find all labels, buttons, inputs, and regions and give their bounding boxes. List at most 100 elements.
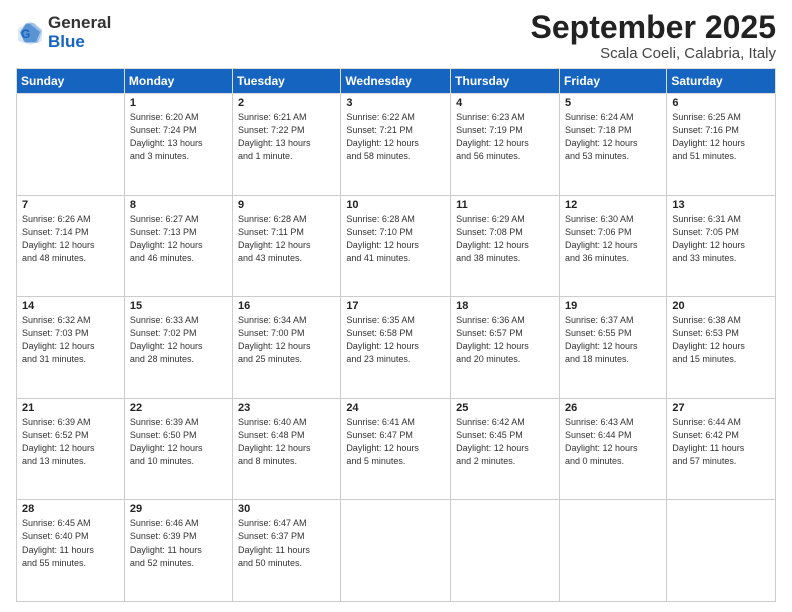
day-number: 28 (22, 503, 119, 515)
day-number: 11 (456, 199, 554, 211)
day-cell: 10Sunrise: 6:28 AM Sunset: 7:10 PM Dayli… (341, 195, 451, 297)
day-number: 19 (565, 300, 661, 312)
day-cell: 6 Sunrise: 6:25 AM Sunset: 7:16 PM Daylig… (667, 94, 776, 196)
day-number: 10 (346, 199, 445, 211)
day-info: Sunrise: 6:39 AM Sunset: 6:50 PM Dayligh… (130, 416, 227, 468)
day-info: Sunrise: 6:25 AM Sunset: 7:16 PM Dayligh… (672, 111, 770, 163)
week-row-3: 14 Sunrise: 6:32 AM Sunset: 7:03 PM Dayli… (17, 297, 776, 399)
day-number: 22 (130, 402, 227, 414)
week-row-1: 1Sunrise: 6:20 AM Sunset: 7:24 PM Daylig… (17, 94, 776, 196)
day-cell: 21 Sunrise: 6:39 AM Sunset: 6:52 PM Dayli… (17, 398, 125, 500)
day-number: 1 (130, 97, 227, 109)
day-info: Sunrise: 6:45 AM Sunset: 6:40 PM Dayligh… (22, 517, 119, 569)
day-number: 30 (238, 503, 335, 515)
week-row-4: 21 Sunrise: 6:39 AM Sunset: 6:52 PM Dayli… (17, 398, 776, 500)
page: G General Blue September 2025 Scala Coel… (0, 0, 792, 612)
day-info: Sunrise: 6:30 AM Sunset: 7:06 PM Dayligh… (565, 213, 661, 265)
day-cell: 12 Sunrise: 6:30 AM Sunset: 7:06 PM Dayli… (559, 195, 666, 297)
day-number: 26 (565, 402, 661, 414)
calendar: Sunday Monday Tuesday Wednesday Thursday… (16, 68, 776, 602)
day-cell (667, 500, 776, 602)
day-info: Sunrise: 6:38 AM Sunset: 6:53 PM Dayligh… (672, 314, 770, 366)
day-number: 5 (565, 97, 661, 109)
day-number: 9 (238, 199, 335, 211)
day-cell: 7Sunrise: 6:26 AM Sunset: 7:14 PM Daylig… (17, 195, 125, 297)
day-number: 27 (672, 402, 770, 414)
day-cell: 5 Sunrise: 6:24 AM Sunset: 7:18 PM Daylig… (559, 94, 666, 196)
day-info: Sunrise: 6:24 AM Sunset: 7:18 PM Dayligh… (565, 111, 661, 163)
day-number: 12 (565, 199, 661, 211)
col-sunday: Sunday (17, 69, 125, 94)
day-number: 15 (130, 300, 227, 312)
day-cell: 1Sunrise: 6:20 AM Sunset: 7:24 PM Daylig… (124, 94, 232, 196)
day-info: Sunrise: 6:37 AM Sunset: 6:55 PM Dayligh… (565, 314, 661, 366)
week-row-5: 28 Sunrise: 6:45 AM Sunset: 6:40 PM Dayli… (17, 500, 776, 602)
day-number: 17 (346, 300, 445, 312)
day-info: Sunrise: 6:39 AM Sunset: 6:52 PM Dayligh… (22, 416, 119, 468)
day-cell: 4Sunrise: 6:23 AM Sunset: 7:19 PM Daylig… (451, 94, 560, 196)
logo: G General Blue (16, 14, 111, 51)
day-cell: 23 Sunrise: 6:40 AM Sunset: 6:48 PM Dayli… (233, 398, 341, 500)
day-number: 6 (672, 97, 770, 109)
day-number: 24 (346, 402, 445, 414)
location: Scala Coeli, Calabria, Italy (531, 45, 776, 62)
day-info: Sunrise: 6:34 AM Sunset: 7:00 PM Dayligh… (238, 314, 335, 366)
day-info: Sunrise: 6:33 AM Sunset: 7:02 PM Dayligh… (130, 314, 227, 366)
day-cell: 29Sunrise: 6:46 AM Sunset: 6:39 PM Dayli… (124, 500, 232, 602)
day-cell (559, 500, 666, 602)
logo-text: General Blue (48, 14, 111, 51)
col-tuesday: Tuesday (233, 69, 341, 94)
title-block: September 2025 Scala Coeli, Calabria, It… (531, 10, 776, 62)
col-wednesday: Wednesday (341, 69, 451, 94)
day-cell: 17 Sunrise: 6:35 AM Sunset: 6:58 PM Dayli… (341, 297, 451, 399)
logo-blue: Blue (48, 33, 111, 52)
day-info: Sunrise: 6:41 AM Sunset: 6:47 PM Dayligh… (346, 416, 445, 468)
day-cell: 13Sunrise: 6:31 AM Sunset: 7:05 PM Dayli… (667, 195, 776, 297)
day-info: Sunrise: 6:27 AM Sunset: 7:13 PM Dayligh… (130, 213, 227, 265)
day-info: Sunrise: 6:42 AM Sunset: 6:45 PM Dayligh… (456, 416, 554, 468)
day-cell: 16Sunrise: 6:34 AM Sunset: 7:00 PM Dayli… (233, 297, 341, 399)
day-info: Sunrise: 6:23 AM Sunset: 7:19 PM Dayligh… (456, 111, 554, 163)
logo-icon: G (16, 19, 44, 47)
day-info: Sunrise: 6:32 AM Sunset: 7:03 PM Dayligh… (22, 314, 119, 366)
day-info: Sunrise: 6:43 AM Sunset: 6:44 PM Dayligh… (565, 416, 661, 468)
day-number: 29 (130, 503, 227, 515)
day-cell: 28 Sunrise: 6:45 AM Sunset: 6:40 PM Dayli… (17, 500, 125, 602)
day-cell: 25 Sunrise: 6:42 AM Sunset: 6:45 PM Dayli… (451, 398, 560, 500)
day-cell: 19 Sunrise: 6:37 AM Sunset: 6:55 PM Dayli… (559, 297, 666, 399)
col-friday: Friday (559, 69, 666, 94)
day-cell: 24 Sunrise: 6:41 AM Sunset: 6:47 PM Dayli… (341, 398, 451, 500)
day-cell: 9 Sunrise: 6:28 AM Sunset: 7:11 PM Daylig… (233, 195, 341, 297)
day-info: Sunrise: 6:21 AM Sunset: 7:22 PM Dayligh… (238, 111, 335, 163)
day-number: 3 (346, 97, 445, 109)
day-cell (451, 500, 560, 602)
day-cell (341, 500, 451, 602)
day-info: Sunrise: 6:40 AM Sunset: 6:48 PM Dayligh… (238, 416, 335, 468)
day-number: 2 (238, 97, 335, 109)
day-number: 7 (22, 199, 119, 211)
day-number: 18 (456, 300, 554, 312)
day-cell: 20Sunrise: 6:38 AM Sunset: 6:53 PM Dayli… (667, 297, 776, 399)
day-number: 14 (22, 300, 119, 312)
day-number: 23 (238, 402, 335, 414)
day-number: 8 (130, 199, 227, 211)
day-number: 25 (456, 402, 554, 414)
day-info: Sunrise: 6:31 AM Sunset: 7:05 PM Dayligh… (672, 213, 770, 265)
day-cell: 30Sunrise: 6:47 AM Sunset: 6:37 PM Dayli… (233, 500, 341, 602)
day-info: Sunrise: 6:44 AM Sunset: 6:42 PM Dayligh… (672, 416, 770, 468)
day-cell: 26 Sunrise: 6:43 AM Sunset: 6:44 PM Dayli… (559, 398, 666, 500)
day-info: Sunrise: 6:28 AM Sunset: 7:11 PM Dayligh… (238, 213, 335, 265)
day-info: Sunrise: 6:22 AM Sunset: 7:21 PM Dayligh… (346, 111, 445, 163)
day-number: 21 (22, 402, 119, 414)
header-row: Sunday Monday Tuesday Wednesday Thursday… (17, 69, 776, 94)
day-info: Sunrise: 6:36 AM Sunset: 6:57 PM Dayligh… (456, 314, 554, 366)
svg-text:G: G (21, 27, 30, 41)
day-cell: 11Sunrise: 6:29 AM Sunset: 7:08 PM Dayli… (451, 195, 560, 297)
day-info: Sunrise: 6:35 AM Sunset: 6:58 PM Dayligh… (346, 314, 445, 366)
header: G General Blue September 2025 Scala Coel… (16, 10, 776, 62)
month-title: September 2025 (531, 10, 776, 45)
day-cell: 3 Sunrise: 6:22 AM Sunset: 7:21 PM Daylig… (341, 94, 451, 196)
col-monday: Monday (124, 69, 232, 94)
day-cell: 18 Sunrise: 6:36 AM Sunset: 6:57 PM Dayli… (451, 297, 560, 399)
col-saturday: Saturday (667, 69, 776, 94)
